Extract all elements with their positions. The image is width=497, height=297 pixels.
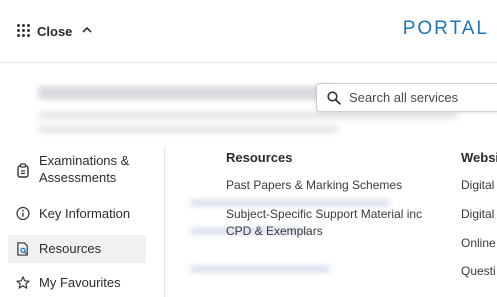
search-input[interactable] (349, 90, 489, 105)
nav-item-label: My Favourites (39, 275, 121, 290)
resources-icon (16, 241, 30, 257)
nav-item-label: Examinations & Assessments (39, 152, 129, 186)
app-grid-icon (17, 24, 31, 38)
chevron-up-icon (82, 24, 92, 36)
exam-icon (16, 163, 30, 178)
close-menu-button[interactable]: Close (17, 21, 92, 41)
blurred-text-line (38, 126, 338, 133)
website-link[interactable]: Digital (461, 177, 494, 194)
search-box[interactable] (316, 83, 497, 112)
nav-item-resources[interactable]: Resources (8, 235, 146, 263)
portal-brand[interactable]: PORTAL (403, 18, 489, 40)
nav-divider (164, 148, 165, 297)
nav-item-my-favourites[interactable]: My Favourites (8, 274, 146, 294)
websites-heading: Websi (461, 150, 497, 165)
star-icon (16, 275, 30, 290)
nav-item-label-line2: Assessments (39, 170, 117, 185)
portal-header: Close PORTAL (0, 0, 497, 60)
search-icon (327, 90, 341, 105)
resource-link-line1: Subject-Specific Support Material inc (226, 207, 423, 221)
website-link[interactable]: Digital (461, 206, 494, 223)
resource-link-line2: CPD & Exemplars (226, 224, 323, 238)
blurred-heading (38, 86, 328, 100)
header-divider (0, 62, 497, 63)
nav-item-label: Resources (39, 241, 102, 256)
website-link[interactable]: Questi (461, 263, 496, 280)
resource-link-support-material[interactable]: Subject-Specific Support Material inc CP… (226, 206, 422, 240)
info-icon (16, 206, 30, 221)
blurred-text-line (38, 112, 458, 119)
resource-link-past-papers[interactable]: Past Papers & Marking Schemes (226, 177, 402, 194)
nav-item-examinations[interactable]: Examinations & Assessments (8, 152, 146, 190)
website-link[interactable]: Online (461, 235, 496, 252)
close-label: Close (37, 23, 73, 39)
resources-heading: Resources (226, 150, 293, 165)
nav-item-label-line1: Examinations & (39, 153, 130, 168)
nav-item-key-information[interactable]: Key Information (8, 205, 146, 225)
blurred-link (190, 266, 330, 272)
nav-item-label: Key Information (39, 206, 131, 221)
